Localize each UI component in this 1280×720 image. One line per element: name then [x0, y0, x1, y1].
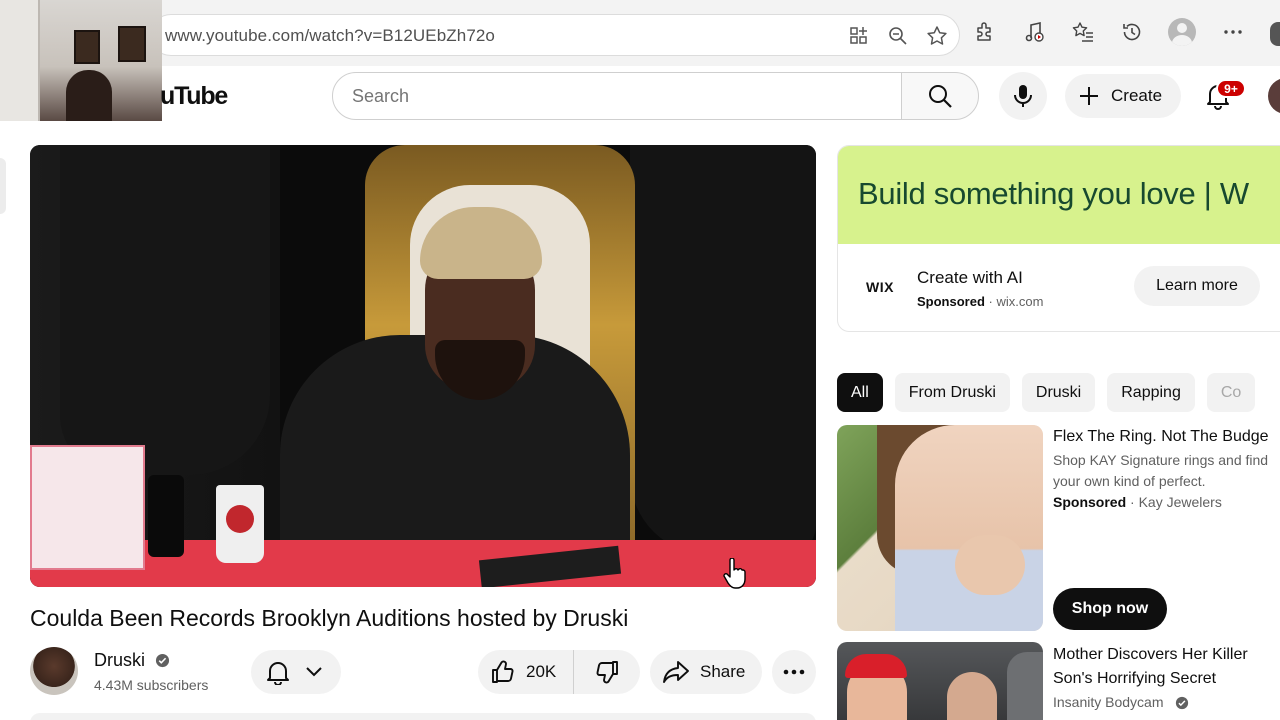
media-control-icon[interactable] — [1021, 20, 1046, 45]
create-label: Create — [1111, 86, 1163, 105]
chip-druski[interactable]: Druski — [1021, 373, 1096, 412]
filter-chips: All From Druski Druski Rapping Co — [837, 373, 1256, 412]
address-bar-actions — [846, 23, 949, 48]
video-frame — [30, 445, 145, 570]
favorites-list-icon[interactable] — [1070, 20, 1095, 45]
ad-banner-text: Build something you love | W — [858, 176, 1249, 211]
more-options-icon[interactable] — [1220, 20, 1245, 45]
video-player[interactable] — [30, 145, 816, 587]
subscriber-count: 4.43M subscribers — [94, 677, 209, 693]
favorite-star-icon[interactable] — [924, 23, 949, 48]
chevron-down-icon — [306, 667, 322, 677]
bell-icon — [267, 662, 289, 685]
browser-tools — [972, 18, 1245, 46]
sponsored-label: Sponsored — [1053, 494, 1127, 510]
share-button[interactable]: Share — [650, 650, 762, 694]
browser-profile-avatar[interactable] — [1168, 18, 1196, 46]
advertiser-logo: WIX — [866, 279, 894, 295]
ad-banner[interactable]: Build something you love | W — [838, 146, 1280, 244]
video-frame — [226, 505, 254, 533]
thumbnail-art — [845, 654, 907, 678]
share-icon — [663, 661, 689, 683]
video-frame — [630, 145, 816, 555]
ad-meta: Sponsored · wix.com — [917, 294, 1043, 309]
browser-toolbar: www.youtube.com/watch?v=B12UEbZh72o — [0, 0, 1280, 66]
search-input[interactable] — [352, 84, 852, 108]
more-actions-button[interactable] — [772, 650, 816, 694]
search-box[interactable] — [332, 72, 902, 120]
thumbnail-art — [955, 535, 1025, 595]
webcam-overlay — [0, 0, 162, 121]
like-dislike-group: 20K — [478, 650, 640, 694]
video-frame — [60, 145, 270, 475]
thumbnail-art — [947, 672, 997, 720]
companion-ad[interactable]: Build something you love | W WIX Create … — [837, 145, 1280, 332]
history-icon[interactable] — [1119, 20, 1144, 45]
thumbs-down-icon — [596, 661, 618, 684]
promo-meta: Sponsored · Kay Jewelers — [1053, 494, 1222, 510]
promo-thumbnail[interactable] — [837, 425, 1043, 631]
search-icon — [929, 85, 952, 108]
edge-copilot-icon[interactable] — [1270, 22, 1280, 46]
subscription-notifications-button[interactable] — [251, 650, 341, 694]
extensions-icon[interactable] — [972, 20, 997, 45]
plus-icon — [1080, 87, 1098, 105]
voice-search-button[interactable] — [999, 72, 1047, 120]
recommendation-title[interactable]: Mother Discovers Her Killer Son's Horrif… — [1053, 643, 1280, 691]
user-avatar[interactable] — [1268, 78, 1280, 114]
youtube-logo[interactable]: uTube — [160, 82, 228, 111]
sponsored-label: Sponsored — [917, 294, 985, 309]
zoom-out-icon[interactable] — [885, 23, 910, 48]
channel-avatar[interactable] — [30, 647, 78, 695]
page-root: www.youtube.com/watch?v=B12UEbZh72o uTub… — [0, 0, 1280, 720]
recommendation-thumbnail[interactable] — [837, 642, 1043, 720]
microphone-icon — [1014, 85, 1032, 107]
verified-badge-icon — [155, 653, 170, 668]
description-box[interactable] — [30, 713, 816, 720]
learn-more-button[interactable]: Learn more — [1134, 266, 1260, 306]
promo-advertiser: · Kay Jewelers — [1126, 494, 1222, 510]
like-button[interactable]: 20K — [478, 650, 574, 694]
search-button[interactable] — [901, 72, 979, 120]
recommendation-channel[interactable]: Insanity Bodycam — [1053, 694, 1164, 710]
webcam-door — [0, 0, 40, 121]
thumbnail-art — [895, 425, 1043, 631]
promo-title[interactable]: Flex The Ring. Not The Budge — [1053, 428, 1269, 446]
shop-now-button[interactable]: Shop now — [1053, 588, 1167, 630]
promo-description: Shop KAY Signature rings and find your o… — [1053, 452, 1269, 489]
video-title: Coulda Been Records Brooklyn Auditions h… — [30, 605, 629, 631]
app-available-icon[interactable] — [846, 23, 871, 48]
chip-rapping[interactable]: Rapping — [1107, 373, 1195, 412]
verified-badge-icon — [1175, 696, 1189, 710]
video-frame — [148, 475, 184, 557]
chip-all[interactable]: All — [837, 373, 883, 412]
channel-name[interactable]: Druski — [94, 650, 145, 671]
address-url[interactable]: www.youtube.com/watch?v=B12UEbZh72o — [165, 26, 495, 46]
ad-title[interactable]: Create with AI — [917, 268, 1023, 288]
chip-from-druski[interactable]: From Druski — [894, 373, 1010, 412]
more-horizontal-icon — [783, 669, 805, 675]
chip-more[interactable]: Co — [1206, 373, 1256, 412]
ad-domain: · wix.com — [984, 294, 1044, 309]
dislike-button[interactable] — [574, 650, 640, 694]
webcam-person — [66, 70, 112, 121]
hand-cursor-icon — [723, 558, 746, 589]
thumbs-up-icon — [492, 660, 514, 683]
webcam-poster — [118, 26, 146, 62]
like-count: 20K — [526, 662, 557, 681]
create-button[interactable]: Create — [1065, 74, 1181, 118]
address-bar[interactable]: www.youtube.com/watch?v=B12UEbZh72o — [150, 14, 960, 56]
webcam-poster — [74, 30, 100, 64]
thumbnail-art — [1007, 652, 1043, 720]
notification-badge: 9+ — [1216, 79, 1246, 98]
sidebar-edge — [0, 158, 6, 214]
share-label: Share — [700, 662, 746, 681]
